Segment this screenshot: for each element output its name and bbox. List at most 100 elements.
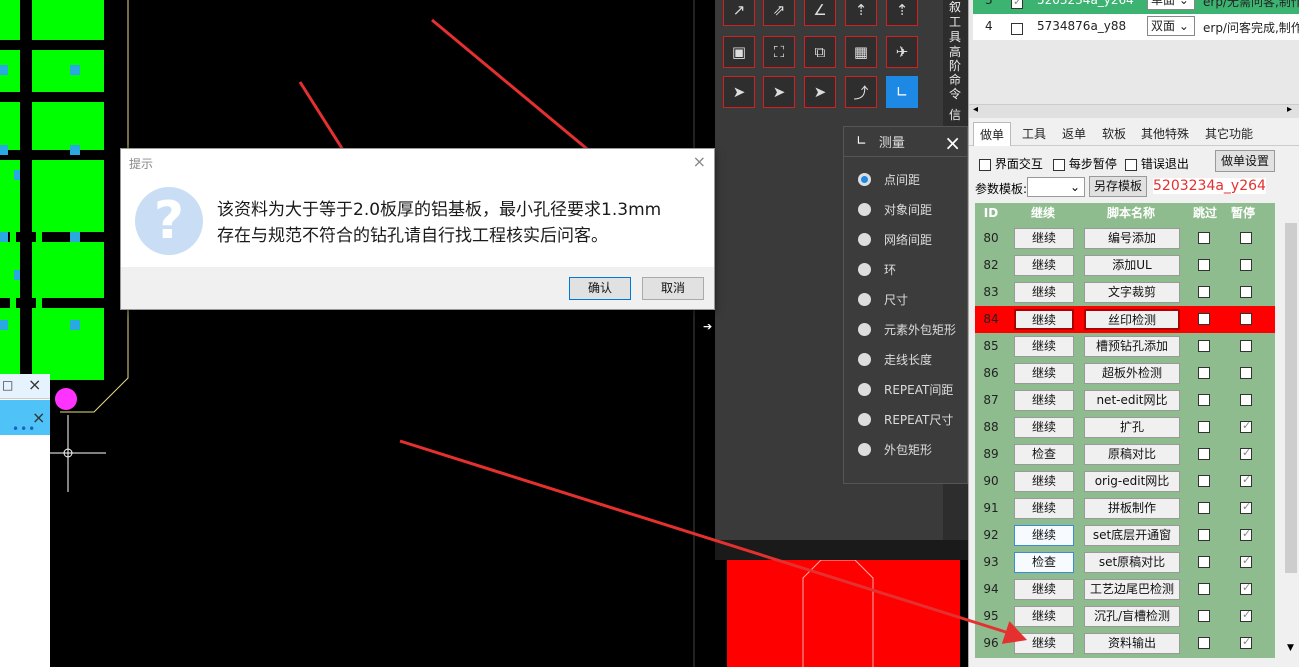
scroll-right-icon[interactable]: ▸ [1287, 104, 1292, 115]
script-name-button[interactable]: 扩孔 [1084, 417, 1180, 438]
table-row[interactable]: 86 继续 超板外检测 [975, 360, 1275, 387]
measure-option[interactable]: 点间距 [844, 164, 967, 194]
order-checkbox[interactable] [1011, 0, 1023, 9]
tab-make-order[interactable]: 做单 [973, 122, 1011, 146]
transform-icon[interactable]: ⧉ [804, 36, 836, 68]
continue-button[interactable]: 继续 [1014, 309, 1074, 330]
skip-checkbox[interactable] [1198, 529, 1210, 541]
skip-checkbox[interactable] [1198, 313, 1210, 325]
skip-checkbox[interactable] [1198, 475, 1210, 487]
radio-button[interactable] [858, 172, 871, 186]
pause-checkbox[interactable] [1240, 608, 1252, 622]
tab-flex-board[interactable]: 软板 [1095, 122, 1133, 146]
close-icon[interactable]: × [28, 375, 41, 394]
vertical-scrollbar[interactable]: ▼ [1283, 203, 1299, 658]
radio-button[interactable] [858, 202, 871, 216]
tab-return-order[interactable]: 返单 [1055, 122, 1093, 146]
radio-button[interactable] [858, 412, 871, 426]
radio-button[interactable] [858, 292, 871, 306]
pause-checkbox[interactable] [1240, 473, 1252, 487]
select-move-icon[interactable]: ⤴ [845, 76, 877, 108]
table-row[interactable]: 84 继续 丝印检测 [975, 306, 1275, 333]
measure-option[interactable]: 元素外包矩形 [844, 314, 967, 344]
close-icon[interactable]: × [944, 131, 961, 155]
continue-button[interactable]: 继续 [1014, 633, 1074, 654]
scroll-down-icon[interactable]: ▼ [1287, 643, 1294, 653]
table-row[interactable]: 87 继续 net-edit网比 [975, 387, 1275, 414]
script-name-button[interactable]: 编号添加 [1084, 228, 1180, 249]
order-type-select[interactable]: 单面 ⌄ [1147, 0, 1195, 10]
order-type-select[interactable]: 双面 ⌄ [1147, 16, 1195, 36]
script-name-button[interactable]: 资料输出 [1084, 633, 1180, 654]
tab-advanced-commands[interactable]: 高阶命令 [948, 45, 962, 101]
scroll-left-icon[interactable]: ◂ [973, 104, 978, 115]
continue-button[interactable]: 继续 [1014, 282, 1074, 303]
radio-button[interactable] [858, 352, 871, 366]
script-name-button[interactable]: 文字裁剪 [1084, 282, 1180, 303]
confirm-button[interactable]: 确认 [569, 277, 631, 300]
skip-checkbox[interactable] [1198, 556, 1210, 568]
continue-button[interactable]: 检查 [1014, 444, 1074, 465]
radio-button[interactable] [858, 262, 871, 276]
save-template-button[interactable]: 另存模板 [1089, 176, 1147, 197]
skip-checkbox[interactable] [1198, 232, 1210, 244]
skip-checkbox[interactable] [1198, 367, 1210, 379]
continue-button[interactable]: 继续 [1014, 498, 1074, 519]
select-point-icon[interactable]: ➤ [804, 76, 836, 108]
measure-option[interactable]: REPEAT间距 [844, 374, 967, 404]
satellite-icon[interactable]: ✈ [886, 36, 918, 68]
pause-checkbox[interactable] [1240, 286, 1252, 298]
skip-checkbox[interactable] [1198, 637, 1210, 649]
table-row[interactable]: 82 继续 添加UL [975, 252, 1275, 279]
cancel-button[interactable]: 取消 [642, 277, 704, 300]
table-row[interactable]: 95 继续 沉孔/盲槽检测 [975, 603, 1275, 630]
pause-checkbox[interactable] [1240, 635, 1252, 649]
table-row[interactable]: 83 继续 文字裁剪 [975, 279, 1275, 306]
expand-arrow-icon[interactable]: ➔ [703, 320, 712, 333]
measure-option[interactable]: 外包矩形 [844, 434, 967, 464]
script-name-button[interactable]: 超板外检测 [1084, 363, 1180, 384]
measure-tool-icon[interactable]: ∟ [886, 76, 918, 108]
radio-button[interactable] [858, 232, 871, 246]
continue-button[interactable]: 继续 [1014, 390, 1074, 411]
script-name-button[interactable]: net-edit网比 [1084, 390, 1180, 411]
pause-checkbox[interactable] [1240, 554, 1252, 568]
measure-option[interactable]: 环 [844, 254, 967, 284]
template-select[interactable]: ⌄ [1027, 177, 1085, 197]
table-row[interactable]: 85 继续 槽预钻孔添加 [975, 333, 1275, 360]
script-name-button[interactable]: 沉孔/盲槽检测 [1084, 606, 1180, 627]
tab-other-functions[interactable]: 其它功能 [1199, 122, 1259, 146]
table-row[interactable]: 90 继续 orig-edit网比 [975, 468, 1275, 495]
table-row[interactable]: 92 继续 set底层开通窗 [975, 522, 1275, 549]
upload-icon[interactable]: ⇡ [845, 0, 877, 26]
table-row[interactable]: 94 继续 工艺边尾巴检测 [975, 576, 1275, 603]
tab-info[interactable]: 信 [948, 108, 962, 122]
script-name-button[interactable]: 丝印检测 [1084, 309, 1180, 330]
script-name-button[interactable]: set原稿对比 [1084, 552, 1180, 573]
multi-line-icon[interactable]: ⇗ [763, 0, 795, 26]
close-icon[interactable]: × [693, 152, 706, 171]
step-pause-checkbox[interactable] [1053, 158, 1065, 171]
table-row[interactable]: 91 继续 拼板制作 [975, 495, 1275, 522]
skip-checkbox[interactable] [1198, 259, 1210, 271]
grid-icon[interactable]: ▦ [845, 36, 877, 68]
measure-option[interactable]: 尺寸 [844, 284, 967, 314]
step-pause-option[interactable]: 每步暂停 [1053, 155, 1117, 172]
select-icon[interactable]: ➤ [723, 76, 755, 108]
skip-checkbox[interactable] [1198, 448, 1210, 460]
radio-button[interactable] [858, 442, 871, 456]
continue-button[interactable]: 继续 [1014, 228, 1074, 249]
interface-interact-option[interactable]: 界面交互 [979, 155, 1043, 172]
tab-tools[interactable]: 叙工具 [948, 0, 962, 45]
table-row[interactable]: 88 继续 扩孔 [975, 414, 1275, 441]
order-settings-button[interactable]: 做单设置 [1215, 150, 1275, 172]
script-name-button[interactable]: 工艺边尾巴检测 [1084, 579, 1180, 600]
skip-checkbox[interactable] [1198, 610, 1210, 622]
select-box-icon[interactable]: ➤ [763, 76, 795, 108]
radio-button[interactable] [858, 382, 871, 396]
pause-checkbox[interactable] [1240, 259, 1252, 271]
continue-button[interactable]: 检查 [1014, 552, 1074, 573]
continue-button[interactable]: 继续 [1014, 255, 1074, 276]
scroll-thumb[interactable] [1285, 223, 1297, 573]
pause-checkbox[interactable] [1240, 340, 1252, 352]
